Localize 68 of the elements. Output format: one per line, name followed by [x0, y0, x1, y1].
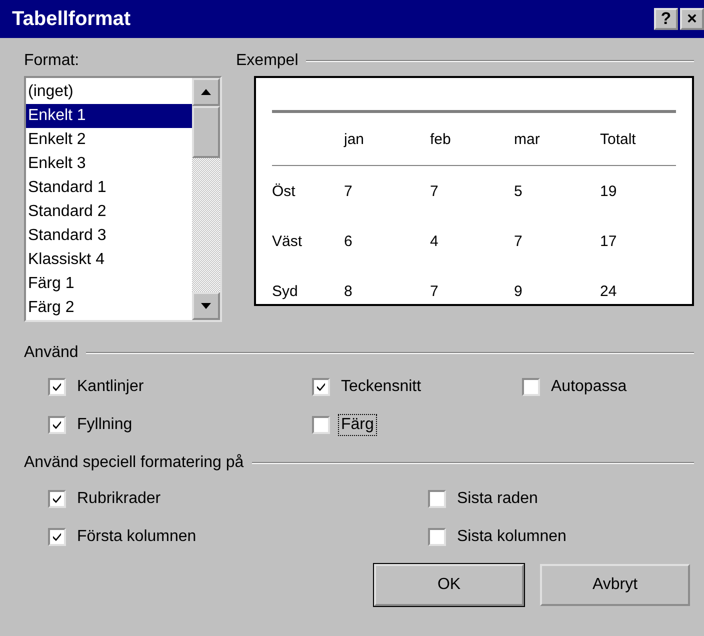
format-list-item[interactable]: Färg 2	[26, 296, 192, 320]
checkbox-label[interactable]: Rubrikrader	[74, 488, 164, 510]
apply-label: Använd	[24, 344, 78, 362]
format-list-item[interactable]: Standard 2	[26, 200, 192, 224]
table-cell-text: 7	[430, 182, 440, 200]
column-header: jan	[344, 130, 366, 148]
row-header: Öst	[272, 182, 296, 200]
format-list[interactable]: (inget) Enkelt 1 Enkelt 2 Enkelt 3 Standard 1 Standard 2 Standard 3 Klassiskt 4 Färg 1 Färg 2	[24, 76, 222, 322]
checkbox[interactable]	[48, 416, 66, 434]
format-list-item[interactable]: Färg 1	[26, 272, 192, 296]
table-cell-text: 9	[514, 282, 524, 300]
up-arrow-icon	[200, 88, 212, 96]
format-list-item[interactable]: (inget)	[26, 80, 192, 104]
checkbox[interactable]	[522, 378, 540, 396]
check-icon	[51, 531, 63, 543]
checkbox-label[interactable]: Autopassa	[548, 376, 630, 398]
scroll-down-button[interactable]	[192, 292, 220, 320]
table-cell-text: 7	[430, 282, 440, 300]
special-formatting-label: Använd speciell formatering på	[24, 454, 244, 472]
table-cell-text: 7	[514, 232, 524, 250]
scrollbar[interactable]	[192, 78, 220, 320]
check-icon	[51, 493, 63, 505]
window-title: Tabellformat	[12, 8, 131, 30]
checkbox[interactable]	[428, 490, 446, 508]
checkbox[interactable]	[428, 528, 446, 546]
down-arrow-icon	[200, 302, 212, 310]
check-icon	[315, 381, 327, 393]
row-header: Syd	[272, 282, 299, 300]
check-icon	[51, 419, 63, 431]
format-list-item[interactable]: Enkelt 2	[26, 128, 192, 152]
column-header: feb	[430, 130, 452, 148]
table-cell-text: 5	[514, 182, 524, 200]
check-icon	[51, 381, 63, 393]
close-button[interactable]: ×	[680, 8, 704, 30]
table-cell-text: 17	[600, 232, 618, 250]
format-label: Format:	[24, 52, 80, 70]
checkbox[interactable]	[312, 416, 330, 434]
cancel-button[interactable]: Avbryt	[540, 564, 690, 606]
format-list-item[interactable]: Enkelt 1	[26, 104, 192, 128]
checkbox-label[interactable]: Fyllning	[74, 414, 136, 436]
table-cell-text: 8	[344, 282, 354, 300]
help-button[interactable]: ?	[654, 8, 678, 30]
table-cell-text: 19	[600, 182, 618, 200]
format-list-item[interactable]: Standard 3	[26, 224, 192, 248]
scroll-thumb[interactable]	[192, 106, 220, 158]
scroll-up-button[interactable]	[192, 78, 220, 106]
table-cell-text: 24	[600, 282, 618, 300]
checkbox[interactable]	[48, 378, 66, 396]
checkbox-label[interactable]: Färg	[338, 414, 377, 436]
table-cell-text: 4	[430, 232, 440, 250]
format-list-item[interactable]: Enkelt 3	[26, 152, 192, 176]
table-cell-text: 6	[344, 232, 354, 250]
checkbox-label[interactable]: Sista kolumnen	[454, 526, 570, 548]
column-header: mar	[514, 130, 541, 148]
table-cell-text: 7	[344, 182, 354, 200]
row-header: Väst	[272, 232, 304, 250]
column-header: Totalt	[600, 130, 637, 148]
checkbox[interactable]	[48, 490, 66, 508]
example-label: Exempel	[236, 52, 298, 70]
checkbox[interactable]	[48, 528, 66, 546]
checkbox[interactable]	[312, 378, 330, 396]
checkbox-label[interactable]: Teckensnitt	[338, 376, 424, 398]
ok-button[interactable]: OK	[374, 564, 524, 606]
checkbox-label[interactable]: Första kolumnen	[74, 526, 200, 548]
checkbox-label[interactable]: Kantlinjer	[74, 376, 147, 398]
checkbox-label[interactable]: Sista raden	[454, 488, 541, 510]
format-list-item[interactable]: Klassiskt 4	[26, 248, 192, 272]
format-list-item[interactable]: Standard 1	[26, 176, 192, 200]
